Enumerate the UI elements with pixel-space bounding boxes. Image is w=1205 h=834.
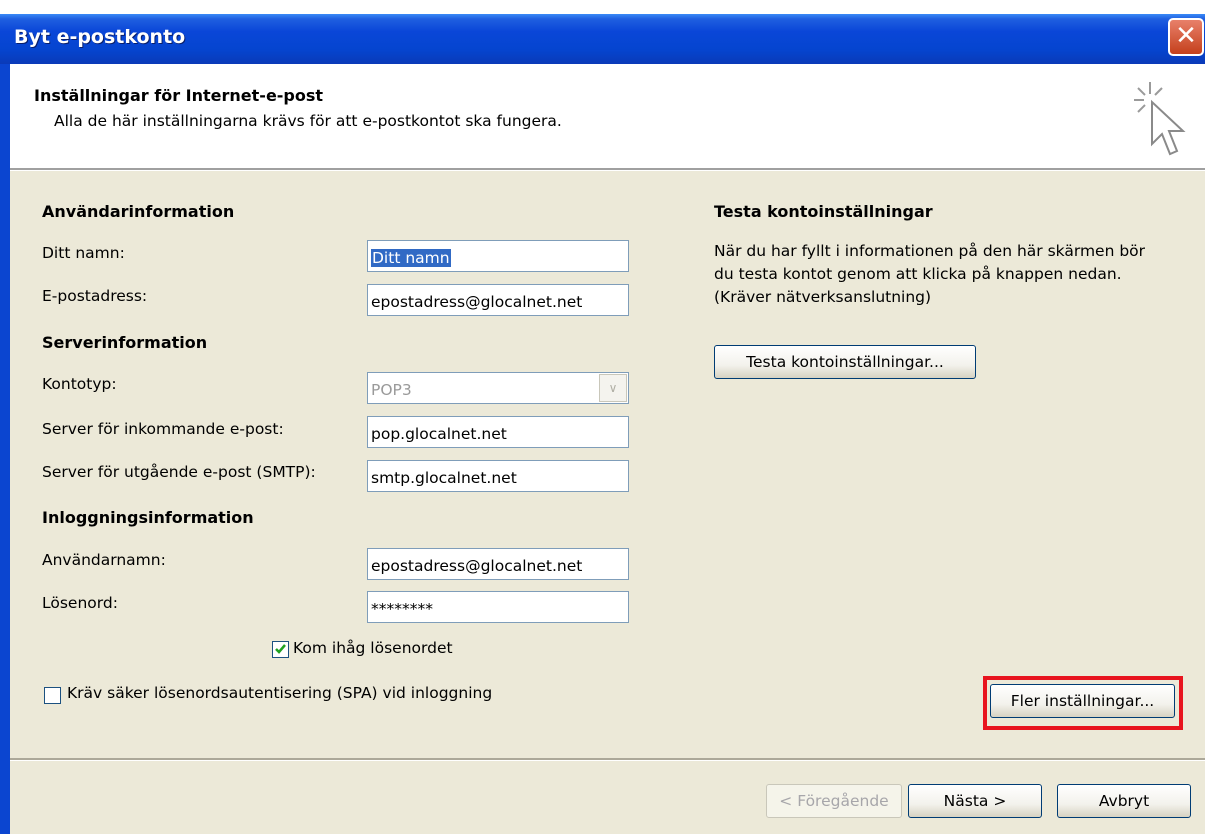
spa-label: Kräv säker lösenordsautentisering (SPA) … — [67, 684, 493, 702]
password-label: Lösenord: — [42, 594, 118, 612]
close-button[interactable]: ✕ — [1168, 18, 1204, 56]
spa-checkbox[interactable] — [44, 687, 61, 704]
window-title: Byt e-postkonto — [14, 26, 186, 48]
username-label: Användarnamn: — [42, 551, 166, 569]
name-input[interactable]: Ditt namn — [367, 240, 629, 272]
outgoing-server-input[interactable]: smtp.glocalnet.net — [367, 460, 629, 492]
account-type-select: POP3 ∨ — [367, 372, 629, 404]
section-server-info: Serverinformation — [42, 333, 208, 352]
checkmark-icon — [275, 644, 286, 654]
chevron-down-icon: ∨ — [599, 374, 627, 402]
incoming-server-input[interactable]: pop.glocalnet.net — [367, 416, 629, 448]
test-settings-button[interactable]: Testa kontoinställningar... — [714, 345, 976, 379]
wizard-header: Inställningar för Internet-e-post Alla d… — [10, 64, 1205, 168]
account-type-label: Kontotyp: — [42, 375, 117, 393]
remember-password-checkbox[interactable] — [272, 641, 289, 658]
cursor-sparkle-icon — [1134, 82, 1186, 156]
test-description-line-1: När du har fyllt i informationen på den … — [714, 242, 1146, 260]
name-value: Ditt namn — [371, 249, 451, 267]
next-button[interactable]: Nästa > — [908, 784, 1042, 818]
title-bar[interactable]: Byt e-postkonto ✕ — [0, 14, 1205, 64]
footer-divider — [10, 758, 1205, 761]
header-subheading: Alla de här inställningarna krävs för at… — [54, 112, 562, 130]
header-heading: Inställningar för Internet-e-post — [34, 86, 324, 105]
window-frame-left — [0, 64, 10, 834]
cancel-button[interactable]: Avbryt — [1057, 784, 1191, 818]
account-type-value: POP3 — [371, 381, 412, 399]
section-test-settings: Testa kontoinställningar — [714, 202, 933, 221]
section-login-info: Inloggningsinformation — [42, 508, 254, 527]
username-input[interactable]: epostadress@glocalnet.net — [367, 548, 629, 580]
email-label: E-postadress: — [42, 287, 148, 305]
test-description-line-3: (Kräver nätverksanslutning) — [714, 288, 932, 306]
back-button[interactable]: < Föregående — [766, 784, 902, 818]
incoming-server-label: Server för inkommande e-post: — [42, 420, 284, 438]
email-input[interactable]: epostadress@glocalnet.net — [367, 284, 629, 316]
remember-password-label: Kom ihåg lösenordet — [293, 639, 453, 657]
outgoing-server-label: Server för utgående e-post (SMTP): — [42, 463, 316, 481]
highlight-box — [983, 676, 1183, 730]
section-user-info: Användarinformation — [42, 202, 235, 221]
name-label: Ditt namn: — [42, 244, 125, 262]
test-description-line-2: du testa kontot genom att klicka på knap… — [714, 265, 1122, 283]
password-input[interactable]: ******** — [367, 591, 629, 623]
